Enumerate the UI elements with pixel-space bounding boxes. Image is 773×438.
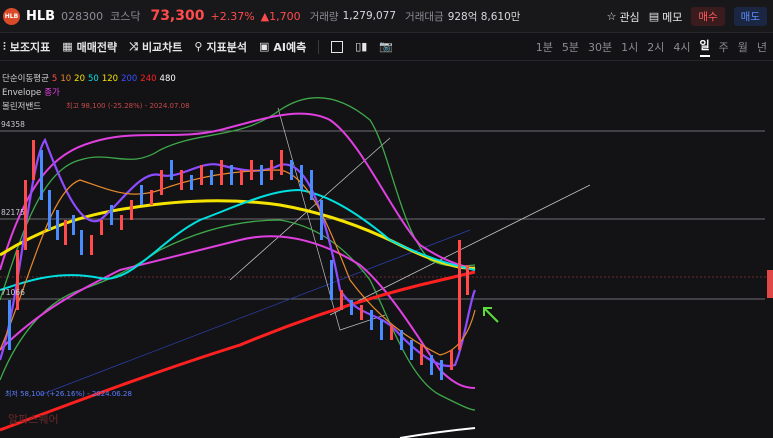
ma50-value: 50: [88, 74, 99, 84]
ma240-value: 240: [140, 74, 157, 84]
envelope-lower: [0, 235, 476, 389]
trend-line-1: [229, 137, 391, 281]
envelope-legend-label: Envelope: [2, 88, 42, 98]
price-label-82175: 82175: [1, 208, 25, 217]
trend-line-3: [39, 229, 471, 396]
ma-legend-label: 단순이동평균: [2, 74, 49, 84]
ma-legend[interactable]: 단순이동평균 5 10 20 50 120 200 240 480: [2, 72, 176, 86]
ma20-value: 20: [74, 74, 85, 84]
price-label-71066: 71066: [1, 288, 25, 297]
ma5-value: 5: [51, 74, 58, 84]
green-arrow-icon: [483, 307, 499, 323]
ma5-line: [0, 137, 477, 368]
price-chart[interactable]: [0, 0, 773, 438]
price-label-94358: 94358: [1, 120, 25, 129]
ma200-value: 200: [121, 74, 138, 84]
low-annotation: 최저 58,100 (+26.16%) - 2024.06.28: [5, 390, 132, 398]
envelope-legend[interactable]: Envelope 종가: [2, 86, 176, 100]
ma480-value: 480: [159, 74, 176, 84]
high-annotation: 최고 98,100 (-25.28%) - 2024.07.08: [66, 102, 190, 110]
ma480-line: [399, 427, 476, 438]
ma120-value: 120: [101, 74, 119, 84]
ma10-value: 10: [60, 74, 72, 84]
bollinger-legend-label: 볼린저밴드: [2, 102, 42, 112]
envelope-legend-value: 종가: [44, 88, 60, 98]
current-price-tag: [767, 270, 773, 298]
alphasquare-watermark: 알파스퀘어: [8, 413, 59, 426]
